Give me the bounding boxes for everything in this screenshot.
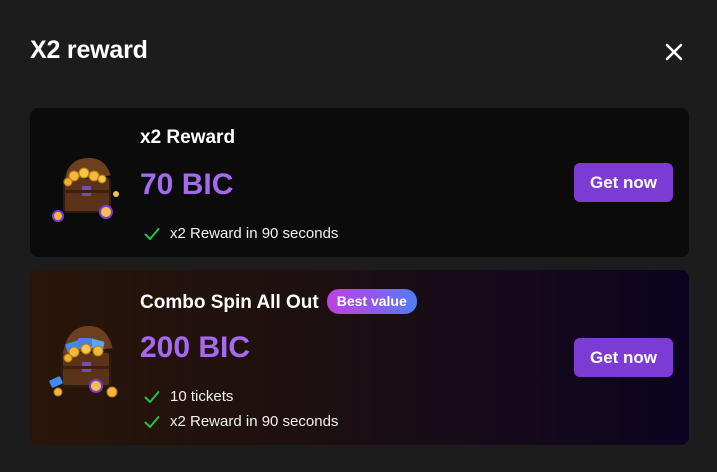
feature-text: x2 Reward in 90 seconds: [170, 225, 339, 242]
treasure-chest-icon: [52, 157, 119, 222]
offer-name: Combo Spin All Out Best value: [140, 289, 417, 314]
offer-card-x2-reward: x2 Reward 70 BIC x2 Reward in 90 seconds…: [30, 108, 689, 257]
close-button[interactable]: [660, 38, 688, 66]
checkmark-icon: [144, 227, 160, 240]
offer-name: x2 Reward: [140, 127, 236, 148]
checkmark-icon: [144, 415, 160, 428]
feature-list: x2 Reward in 90 seconds: [144, 221, 338, 246]
close-icon: [665, 43, 683, 61]
feature-item: x2 Reward in 90 seconds: [144, 221, 338, 246]
feature-text: x2 Reward in 90 seconds: [170, 413, 339, 430]
feature-item: 10 tickets: [144, 384, 338, 409]
modal-title: X2 reward: [30, 36, 148, 64]
treasure-chest-tickets-icon: [49, 326, 118, 398]
get-now-button[interactable]: Get now: [574, 338, 673, 377]
offer-card-combo-spin: Combo Spin All Out Best value 200 BIC 10 …: [30, 270, 689, 445]
offer-name-text: Combo Spin All Out: [140, 292, 319, 313]
get-now-button[interactable]: Get now: [574, 163, 673, 202]
best-value-badge: Best value: [326, 289, 417, 314]
feature-text: 10 tickets: [170, 388, 234, 405]
feature-item: x2 Reward in 90 seconds: [144, 409, 338, 434]
offer-price: 70 BIC: [140, 168, 234, 201]
x2-reward-modal: X2 reward x2 Reward 70 BIC x2 Reward in …: [0, 0, 717, 472]
offer-price: 200 BIC: [140, 331, 251, 364]
feature-list: 10 tickets x2 Reward in 90 seconds: [144, 384, 338, 434]
checkmark-icon: [144, 390, 160, 403]
